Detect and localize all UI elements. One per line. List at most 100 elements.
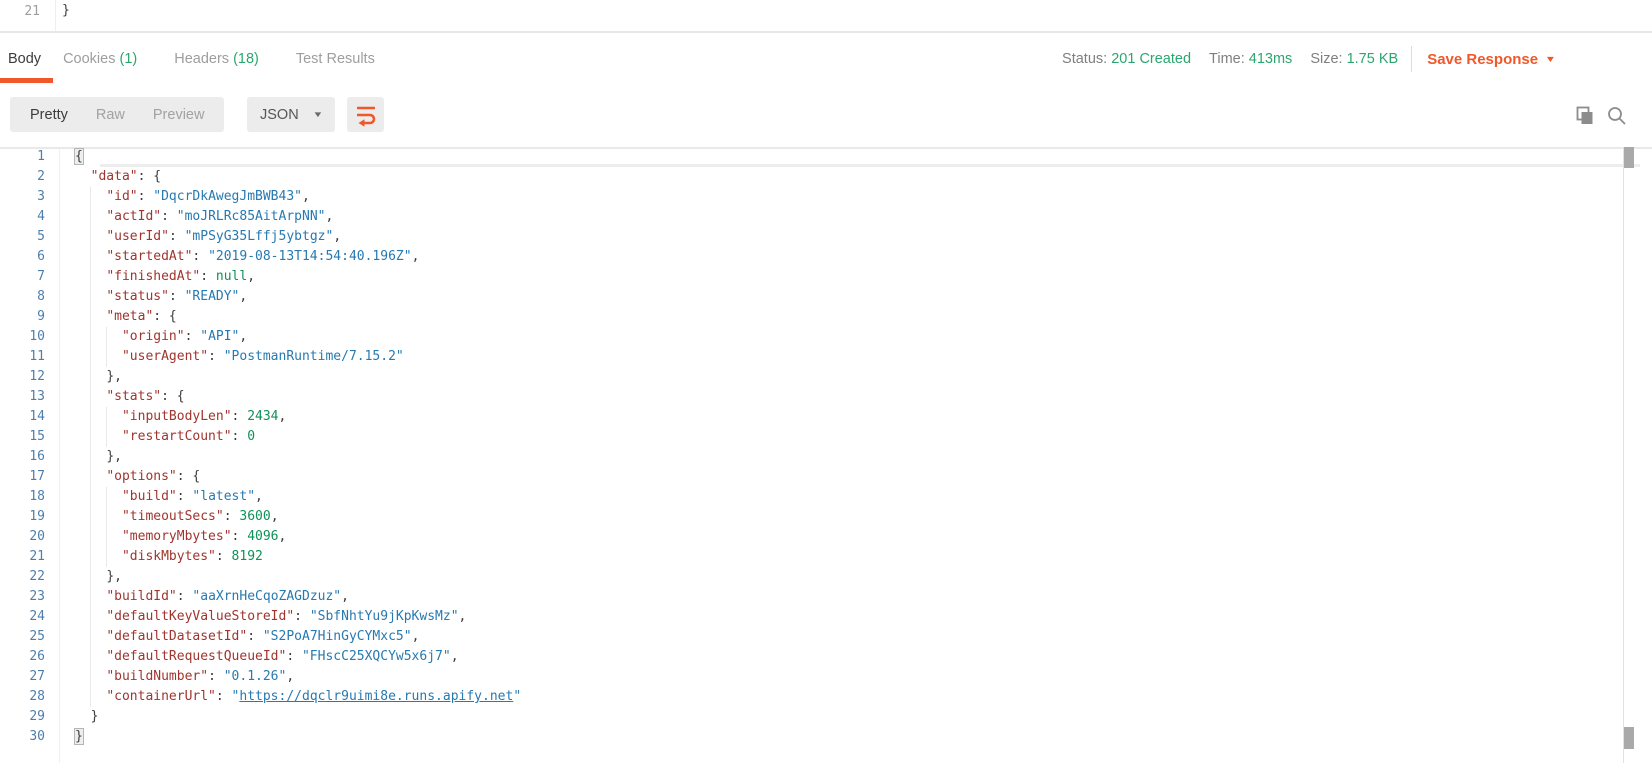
search-button[interactable]	[1606, 105, 1628, 127]
code-token: ,	[239, 329, 247, 344]
code-token: ,	[325, 209, 333, 224]
code-token: "aaXrnHeCqoZAGDzuz"	[192, 589, 341, 604]
line-number: 24	[0, 607, 45, 627]
language-dropdown[interactable]: JSON ▼	[247, 97, 335, 132]
line-content: "options": {	[75, 467, 200, 487]
code-token: :	[208, 349, 224, 364]
code-token: }	[91, 709, 99, 724]
code-line: 23 "buildId": "aaXrnHeCqoZAGDzuz",	[0, 587, 1600, 607]
code-line: 10 "origin": "API",	[0, 327, 1600, 347]
code-token: :	[185, 329, 201, 344]
tab-cookies[interactable]: Cookies (1)	[63, 51, 137, 67]
code-line: 4 "actId": "moJRLRc85AitArpNN",	[0, 207, 1600, 227]
wrap-lines-button[interactable]	[347, 97, 384, 132]
code-token: :	[177, 489, 193, 504]
line-number: 1	[0, 147, 45, 167]
request-editor-code: }	[62, 3, 70, 18]
size-metric: Size: 1.75 KB	[1310, 51, 1398, 67]
code-line: 26 "defaultRequestQueueId": "FHscC25XQCY…	[0, 647, 1600, 667]
code-token: "S2PoA7HinGyCYMxc5"	[263, 629, 412, 644]
indent-guide	[106, 327, 107, 367]
copy-icon	[1574, 105, 1596, 127]
code-token: "meta"	[106, 309, 153, 324]
line-number: 25	[0, 627, 45, 647]
code-token: :	[224, 509, 240, 524]
line-number: 9	[0, 307, 45, 327]
response-tabs: Body Cookies (1) Headers (18) Test Resul…	[0, 51, 375, 67]
code-token: "defaultKeyValueStoreId"	[106, 609, 294, 624]
code-token: :	[169, 289, 185, 304]
chevron-down-icon: ▼	[312, 110, 323, 119]
view-mode-raw[interactable]: Raw	[82, 107, 139, 123]
matched-bracket: }	[75, 729, 83, 744]
language-dropdown-value: JSON	[260, 107, 299, 123]
code-line: 5 "userId": "mPSyG35Lffj5ybtgz",	[0, 227, 1600, 247]
code-token: ,	[302, 189, 310, 204]
tab-headers-count: (18)	[233, 51, 259, 67]
line-content: "id": "DqcrDkAwegJmBWB43",	[75, 187, 310, 207]
code-line: 8 "status": "READY",	[0, 287, 1600, 307]
code-line: 14 "inputBodyLen": 2434,	[0, 407, 1600, 427]
code-line: 27 "buildNumber": "0.1.26",	[0, 667, 1600, 687]
code-line: 24 "defaultKeyValueStoreId": "SbfNhtYu9j…	[0, 607, 1600, 627]
tab-test-results-label: Test Results	[296, 51, 375, 67]
line-content: "status": "READY",	[75, 287, 247, 307]
search-icon	[1606, 105, 1628, 127]
code-token: "	[513, 689, 521, 704]
tab-cookies-count: (1)	[119, 51, 137, 67]
code-line: 1{	[0, 147, 1600, 167]
view-mode-switcher: Pretty Raw Preview	[10, 97, 224, 132]
code-token: 4096	[247, 529, 278, 544]
line-number: 26	[0, 647, 45, 667]
code-token: :	[216, 549, 232, 564]
view-mode-preview[interactable]: Preview	[139, 107, 219, 123]
editor-scrollbar-thumb[interactable]	[1624, 147, 1634, 168]
line-number: 6	[0, 247, 45, 267]
code-token: :	[286, 649, 302, 664]
code-line: 25 "defaultDatasetId": "S2PoA7HinGyCYMxc…	[0, 627, 1600, 647]
tab-test-results[interactable]: Test Results	[296, 51, 375, 67]
code-token: :	[208, 669, 224, 684]
line-number: 29	[0, 707, 45, 727]
header-divider	[1411, 46, 1412, 72]
code-line: 9 "meta": {	[0, 307, 1600, 327]
line-number: 27	[0, 667, 45, 687]
indent-guide	[106, 407, 107, 447]
code-token: :	[169, 229, 185, 244]
page-scrollbar-thumb[interactable]	[1624, 727, 1634, 749]
time-label: Time:	[1209, 51, 1245, 67]
line-number: 8	[0, 287, 45, 307]
line-content: },	[75, 447, 122, 467]
code-token: ,	[239, 289, 247, 304]
line-number: 23	[0, 587, 45, 607]
code-token: 8192	[232, 549, 263, 564]
code-token: "PostmanRuntime/7.15.2"	[224, 349, 404, 364]
line-number: 14	[0, 407, 45, 427]
code-token: "DqcrDkAwegJmBWB43"	[153, 189, 302, 204]
code-token: "inputBodyLen"	[122, 409, 232, 424]
container-url-link[interactable]: https://dqclr9uimi8e.runs.apify.net	[239, 689, 513, 704]
code-token: :	[216, 689, 232, 704]
line-number: 10	[0, 327, 45, 347]
response-body-editor[interactable]: 1{2 "data": {3 "id": "DqcrDkAwegJmBWB43"…	[0, 147, 1652, 763]
line-content: "build": "latest",	[75, 487, 263, 507]
line-content: "userId": "mPSyG35Lffj5ybtgz",	[75, 227, 341, 247]
code-token: "memoryMbytes"	[122, 529, 232, 544]
code-token: "0.1.26"	[224, 669, 287, 684]
code-line: 11 "userAgent": "PostmanRuntime/7.15.2"	[0, 347, 1600, 367]
code-line: 28 "containerUrl": "https://dqclr9uimi8e…	[0, 687, 1600, 707]
code-token: "FHscC25XQCYw5x6j7"	[302, 649, 451, 664]
code-token: "latest"	[192, 489, 255, 504]
save-response-label: Save Response	[1427, 51, 1538, 68]
copy-button[interactable]	[1574, 105, 1596, 127]
code-token: :	[177, 589, 193, 604]
tab-body[interactable]: Body	[8, 51, 41, 67]
line-content: "origin": "API",	[75, 327, 247, 347]
line-content: "data": {	[75, 167, 161, 187]
code-line: 21 "diskMbytes": 8192	[0, 547, 1600, 567]
size-value: 1.75 KB	[1347, 51, 1399, 67]
view-mode-pretty[interactable]: Pretty	[16, 107, 82, 123]
tab-headers[interactable]: Headers (18)	[174, 51, 259, 67]
save-response-button[interactable]: Save Response ▼	[1427, 51, 1555, 68]
line-number: 28	[0, 687, 45, 707]
